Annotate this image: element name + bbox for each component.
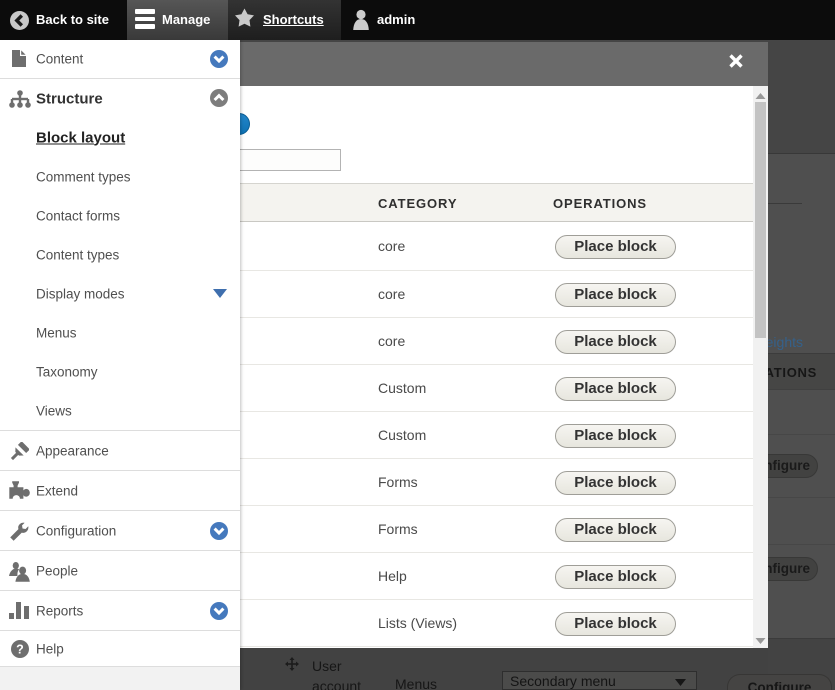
svg-text:?: ? xyxy=(16,642,24,656)
